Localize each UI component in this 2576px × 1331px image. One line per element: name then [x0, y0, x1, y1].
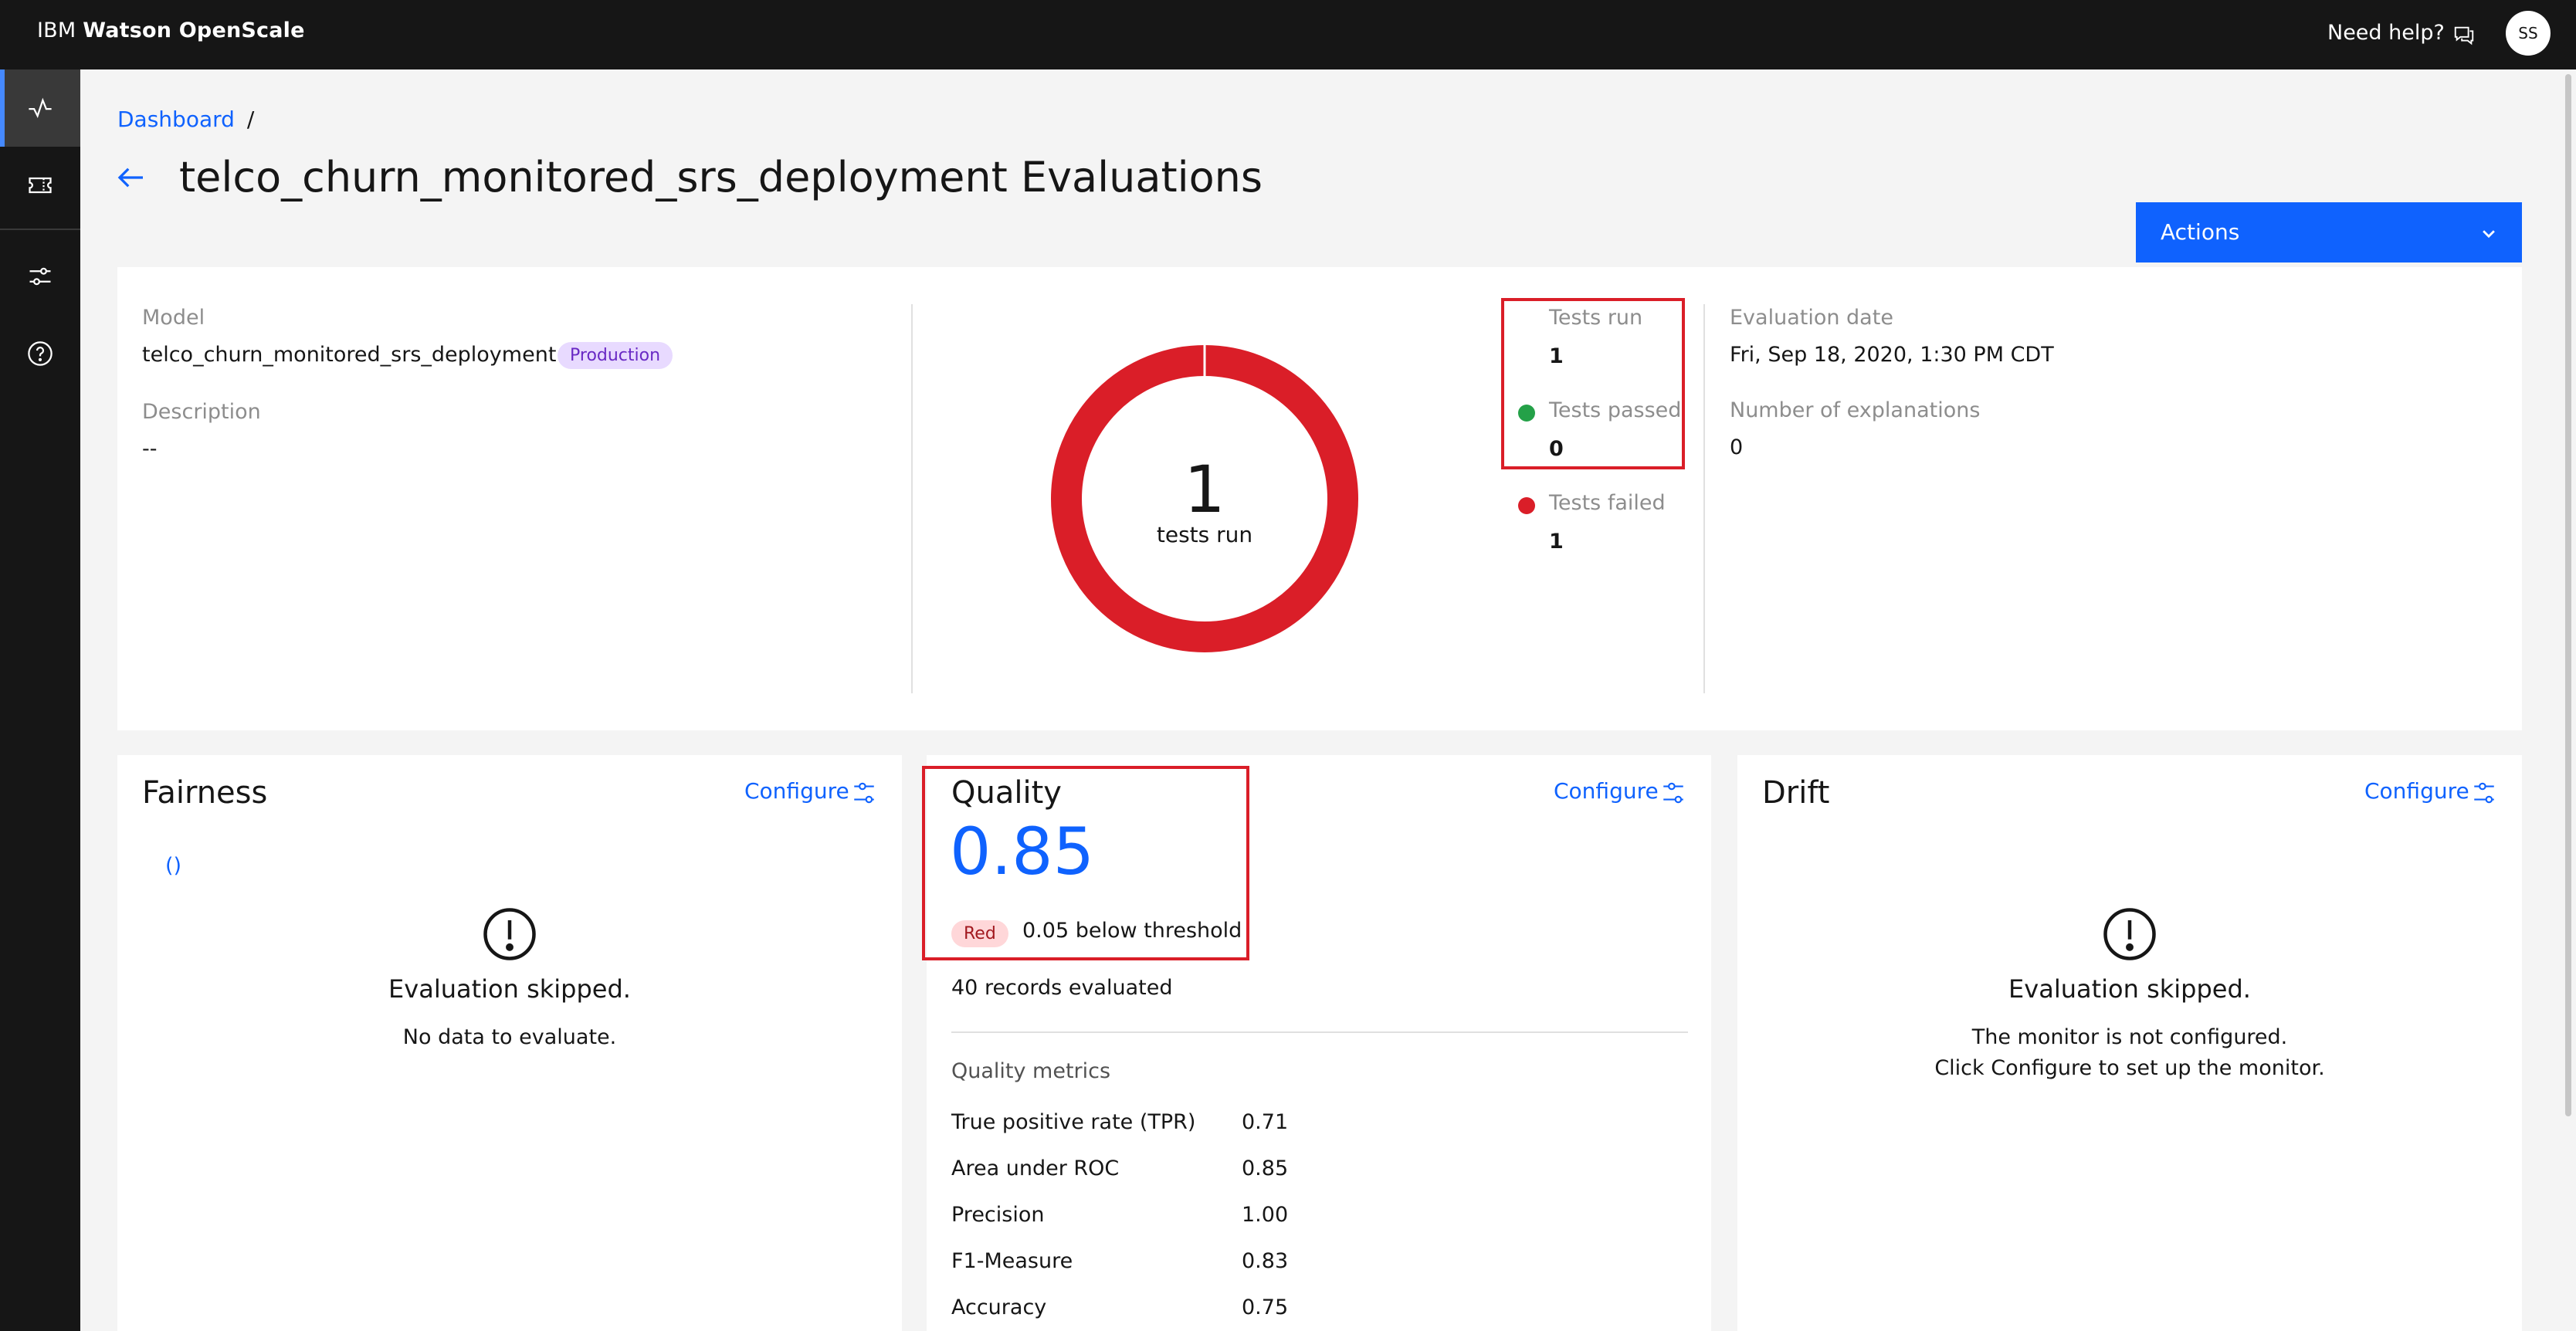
description-label: Description [142, 400, 261, 424]
failed-dot-icon [1518, 497, 1535, 514]
settings-adjust-icon[interactable] [2471, 780, 2497, 806]
nav-item-monitoring[interactable] [0, 69, 80, 147]
back-arrow-icon[interactable] [116, 162, 147, 193]
drift-status: Evaluation skipped. [2008, 974, 2251, 1004]
evaluation-date-label: Evaluation date [1730, 306, 1893, 330]
chat-icon[interactable] [2452, 23, 2476, 46]
metric-name: Accuracy [951, 1295, 1047, 1319]
fairness-message: No data to evaluate. [402, 1025, 617, 1049]
nav-item-configure[interactable] [0, 238, 80, 315]
metric-value: 1.00 [1242, 1203, 1289, 1227]
ticket-icon [29, 177, 52, 194]
nav-item-help[interactable] [0, 315, 80, 392]
divider [1703, 304, 1705, 693]
warning-icon [483, 908, 536, 960]
page-title: telco_churn_monitored_srs_deployment Eva… [179, 153, 1263, 202]
scrollbar-thumb[interactable] [2565, 74, 2571, 1116]
breadcrumb-dashboard-link[interactable]: Dashboard [117, 107, 235, 132]
production-tag: Production [558, 342, 673, 369]
tests-failed-label: Tests failed [1549, 491, 1666, 515]
metric-value: 0.85 [1242, 1157, 1289, 1180]
chevron-down-icon [2483, 230, 2495, 239]
evaluation-date-value: Fri, Sep 18, 2020, 1:30 PM CDT [1730, 343, 2054, 367]
user-avatar[interactable]: SS [2506, 11, 2551, 56]
records-evaluated: 40 records evaluated [951, 976, 1173, 1000]
help-link[interactable]: Need help? [2327, 21, 2445, 45]
metric-name: Area under ROC [951, 1157, 1120, 1180]
quality-configure-link[interactable]: Configure [1554, 778, 1659, 804]
model-value: telco_churn_monitored_srs_deployment [142, 343, 557, 367]
explanations-value: 0 [1730, 435, 1744, 459]
description-value: -- [142, 437, 158, 461]
fairness-attribute-link[interactable]: () [165, 854, 181, 878]
side-nav [0, 69, 80, 1331]
drift-title: Drift [1762, 775, 1830, 811]
actions-dropdown[interactable]: Actions [2136, 202, 2522, 262]
breadcrumb: Dashboard / [117, 107, 254, 132]
donut-caption: tests run [1156, 522, 1253, 547]
metric-value: 0.75 [1242, 1295, 1289, 1319]
donut-value: 1 [1184, 452, 1225, 527]
fairness-title: Fairness [142, 775, 268, 811]
brand-product-name: Watson OpenScale [83, 19, 305, 42]
drift-card: Drift Configure Evaluation skipped. The … [1737, 755, 2522, 1331]
metric-name: Precision [951, 1203, 1045, 1227]
fairness-configure-link[interactable]: Configure [744, 778, 849, 804]
top-header: IBM Watson OpenScale Need help? SS [0, 0, 2576, 69]
model-label: Model [142, 306, 205, 330]
metric-name: True positive rate (TPR) [951, 1110, 1196, 1134]
nav-divider [0, 229, 80, 230]
quality-metrics-heading: Quality metrics [951, 1059, 1111, 1083]
fairness-status: Evaluation skipped. [388, 974, 631, 1004]
nav-item-tickets[interactable] [0, 147, 80, 224]
warning-icon [2103, 908, 2156, 960]
settings-adjust-icon[interactable] [1660, 780, 1686, 806]
product-brand[interactable]: IBM Watson OpenScale [37, 19, 305, 42]
drift-message-line2: Click Configure to set up the monitor. [1934, 1056, 2325, 1080]
divider [911, 304, 913, 693]
metric-name: F1-Measure [951, 1249, 1073, 1273]
fairness-card: Fairness Configure () Evaluation skipped… [117, 755, 902, 1331]
breadcrumb-separator: / [246, 107, 255, 132]
settings-adjust-icon[interactable] [851, 780, 877, 806]
activity-icon [29, 97, 52, 119]
explanations-label: Number of explanations [1730, 398, 1981, 422]
quality-card: Quality Configure 0.85 Red 0.05 below th… [922, 755, 1711, 1331]
sliders-icon [29, 267, 51, 286]
brand-ibm: IBM [37, 19, 76, 42]
help-circle-icon [28, 341, 53, 366]
highlight-box-quality [922, 766, 1249, 960]
metric-value: 0.83 [1242, 1249, 1289, 1273]
highlight-box-tests [1501, 298, 1685, 469]
drift-message-line1: The monitor is not configured. [1971, 1025, 2288, 1049]
tests-failed-value: 1 [1549, 530, 1564, 554]
actions-label: Actions [2161, 219, 2240, 245]
metric-value: 0.71 [1242, 1110, 1289, 1134]
divider [951, 1031, 1688, 1033]
drift-configure-link[interactable]: Configure [2364, 778, 2469, 804]
